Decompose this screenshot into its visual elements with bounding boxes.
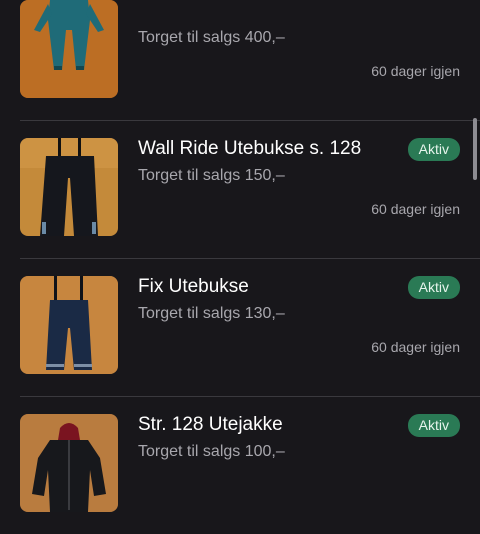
listing-thumbnail[interactable]	[20, 276, 118, 374]
listing-price: Torget til salgs 150,–	[138, 167, 285, 184]
listing-price: Torget til salgs 400,–	[138, 29, 285, 46]
status-badge: Aktiv	[407, 276, 460, 299]
status-badge: Aktiv	[407, 414, 460, 437]
listing-list: Torget til salgs 400,– 60 dager igjen Wa…	[0, 0, 480, 534]
listing-price: Torget til salgs 130,–	[138, 305, 285, 322]
listing-days-left: 60 dager igjen	[371, 63, 460, 79]
status-badge: Aktiv	[407, 138, 460, 161]
listing-thumbnail[interactable]	[20, 0, 118, 98]
listing-item[interactable]: Wall Ride Utebukse s. 128 Torget til sal…	[20, 121, 480, 259]
listing-price: Torget til salgs 100,–	[138, 443, 285, 460]
listing-item[interactable]: Torget til salgs 400,– 60 dager igjen	[20, 0, 480, 121]
listing-title[interactable]: Fix Utebukse	[138, 276, 249, 298]
listing-days-left: 60 dager igjen	[371, 339, 460, 355]
listing-thumbnail[interactable]	[20, 414, 118, 512]
listing-thumbnail[interactable]	[20, 138, 118, 236]
scrollbar[interactable]	[473, 118, 477, 180]
listing-item[interactable]: Str. 128 Utejakke Torget til salgs 100,–…	[20, 397, 480, 534]
listing-title[interactable]: Str. 128 Utejakke	[138, 414, 283, 436]
listing-item[interactable]: Fix Utebukse Torget til salgs 130,– Akti…	[20, 259, 480, 397]
listing-days-left: 60 dager igjen	[371, 201, 460, 217]
listing-title[interactable]: Wall Ride Utebukse s. 128	[138, 138, 361, 160]
